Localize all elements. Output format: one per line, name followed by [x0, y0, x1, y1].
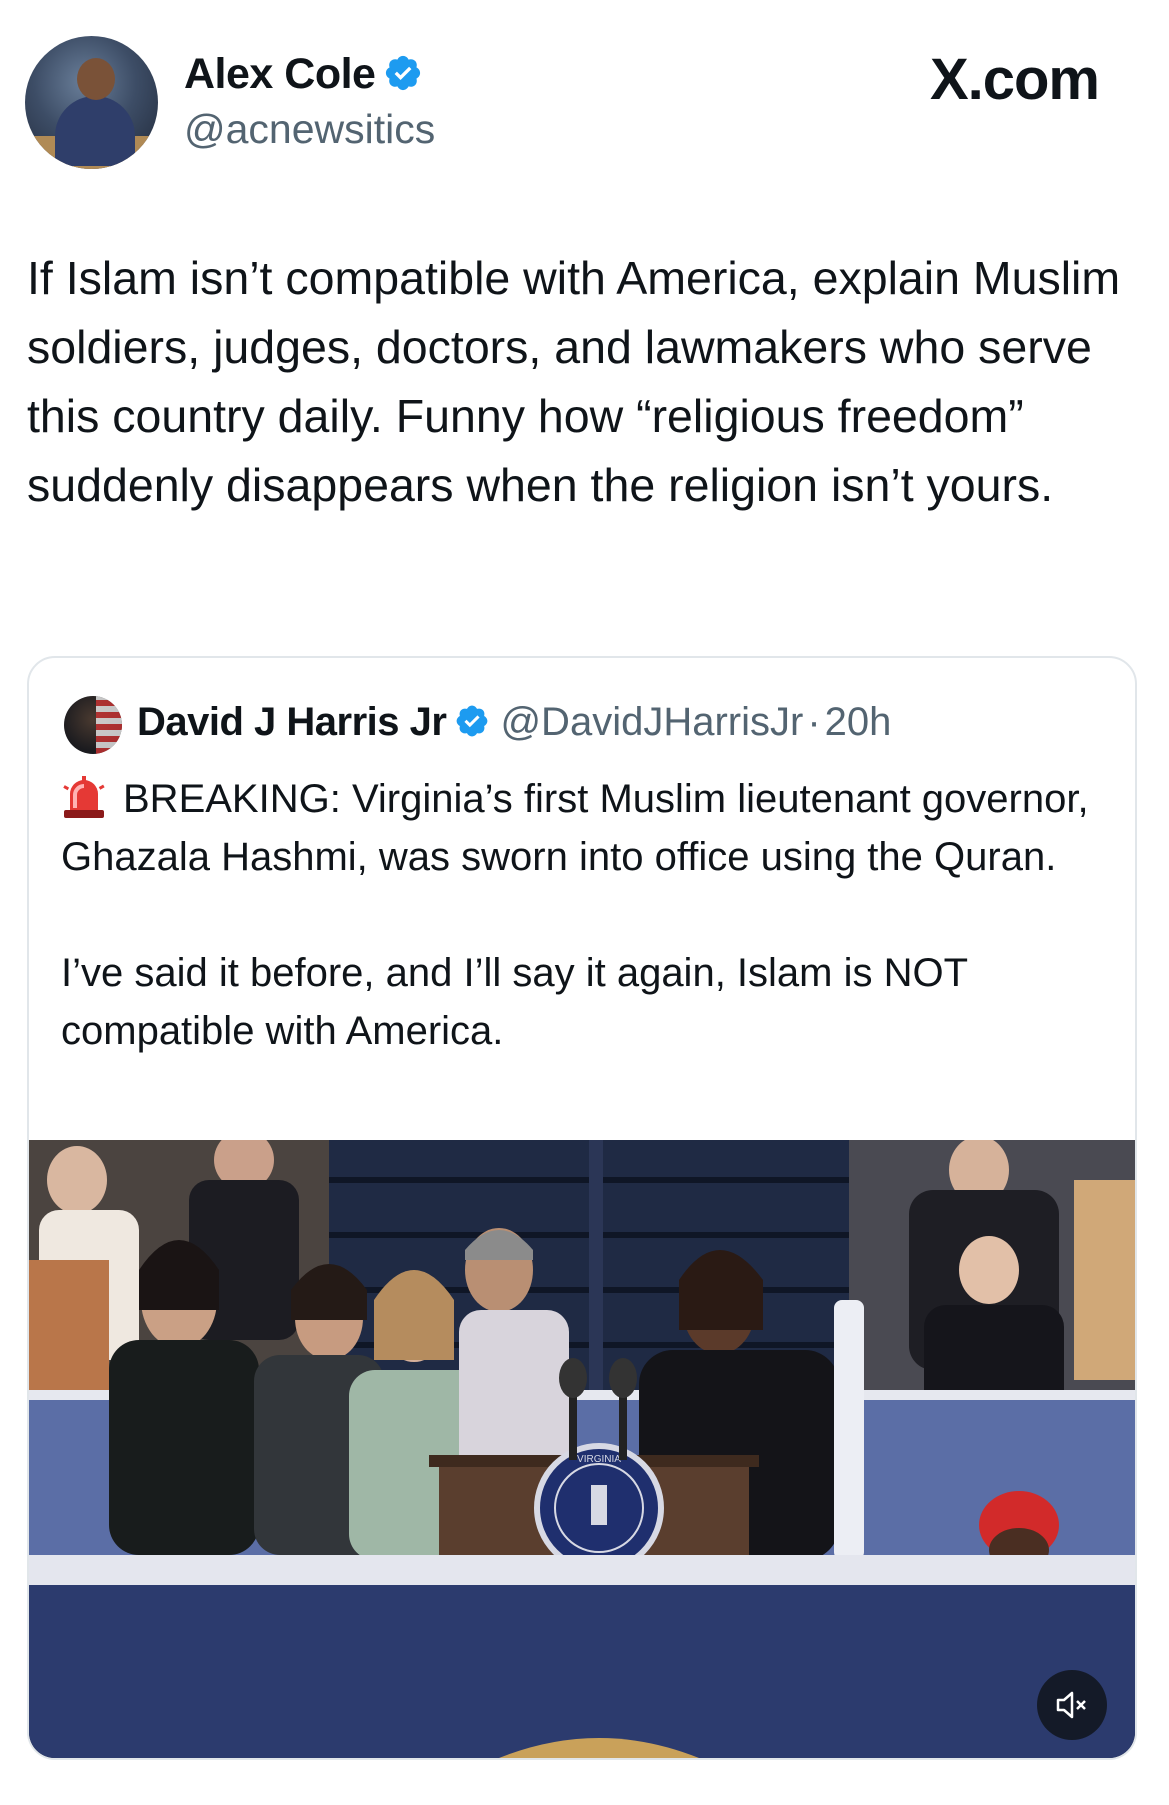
siren-emoji-icon — [63, 776, 105, 819]
video-media[interactable]: VIRGINIA — [29, 1140, 1135, 1758]
quoted-paragraph-2: I’ve said it before, and I’ll say it aga… — [61, 951, 968, 1053]
quoted-paragraph-1: BREAKING: Virginia’s first Muslim lieute… — [61, 777, 1089, 879]
quoted-post-text: BREAKING: Virginia’s first Muslim lieute… — [61, 770, 1101, 1060]
author-name[interactable]: Alex Cole — [184, 50, 423, 99]
author-avatar[interactable] — [25, 36, 158, 169]
verified-badge-icon — [457, 706, 488, 737]
seal-text: VIRGINIA — [577, 1454, 621, 1465]
quoted-post-header: David J Harris Jr @DavidJHarrisJr · 20h — [137, 700, 891, 745]
author-name-text[interactable]: Alex Cole — [184, 50, 376, 98]
verified-badge-icon — [386, 55, 421, 90]
quoted-post-time[interactable]: 20h — [825, 700, 892, 744]
video-frame-image: VIRGINIA — [29, 1140, 1135, 1758]
mute-toggle-button[interactable] — [1037, 1670, 1107, 1740]
quoted-author-handle[interactable]: @DavidJHarrisJr — [500, 700, 803, 744]
speaker-muted-icon — [1056, 1691, 1086, 1719]
quoted-author-avatar[interactable] — [64, 696, 122, 754]
quoted-post-card[interactable]: David J Harris Jr @DavidJHarrisJr · 20h BR… — [27, 656, 1137, 1760]
brand-watermark: X.com — [929, 47, 1100, 112]
quoted-author-name[interactable]: David J Harris Jr — [137, 700, 447, 744]
author-handle[interactable]: @acnewsitics — [184, 106, 435, 153]
post-text: If Islam isn’t compatible with America, … — [27, 252, 1121, 511]
meta-separator: · — [807, 700, 821, 744]
